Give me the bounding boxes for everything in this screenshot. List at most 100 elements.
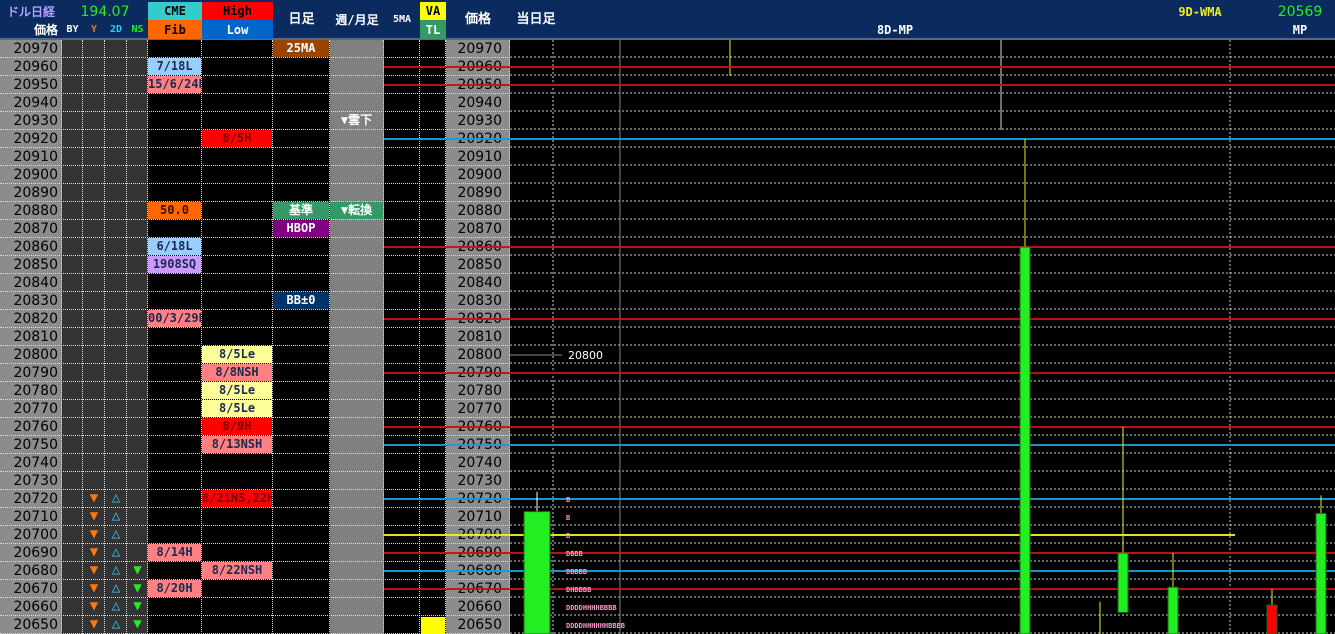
row-divider — [0, 309, 510, 310]
candle-up — [1315, 512, 1327, 634]
candle-up — [523, 511, 551, 634]
level-tag-cme: 8/14H — [148, 544, 201, 561]
price-cell: 20670 — [13, 581, 58, 597]
triangle-down-icon: ▼ — [89, 526, 99, 542]
tpo-letters: DBBBB — [566, 568, 587, 576]
tpo-letters: B — [566, 532, 570, 540]
price-cell: 20970 — [13, 41, 58, 57]
price-cell-right: 20710 — [457, 509, 502, 525]
price-cell-right: 20890 — [457, 185, 502, 201]
today-bar-header: 当日足 — [516, 12, 556, 27]
price-cell-right: 20900 — [457, 167, 502, 183]
level-tag-high: 8/5H — [202, 130, 272, 147]
row-divider — [0, 327, 510, 328]
price-cell-right: 20700 — [457, 527, 502, 543]
price-cell: 20750 — [13, 437, 58, 453]
row-divider — [0, 471, 510, 472]
triangle-up-icon: △ — [111, 544, 121, 560]
row-divider — [0, 291, 510, 292]
price-cell-right: 20730 — [457, 473, 502, 489]
price-cell: 20660 — [13, 599, 58, 615]
price-cell: 20650 — [13, 617, 58, 633]
level-tag-weekly: ▼雲下 — [330, 112, 383, 129]
cme-header: CME — [148, 2, 202, 20]
price-cell: 20930 — [13, 113, 58, 129]
price-cell-right: 20780 — [457, 383, 502, 399]
tpo-letters: DBBB — [566, 550, 583, 558]
2d-header: 2D — [109, 24, 123, 35]
triangle-up-icon: △ — [111, 616, 121, 632]
row-divider — [0, 183, 510, 184]
triangle-down-icon: ▼ — [133, 616, 142, 632]
row-divider — [0, 597, 510, 598]
price-cell-right: 20820 — [457, 311, 502, 327]
price-cell-right: 20840 — [457, 275, 502, 291]
price-cell: 20920 — [13, 131, 58, 147]
level-tag-cme: 50.0 — [148, 202, 201, 219]
level-tag-daily: 25MA — [273, 40, 329, 57]
price-cell-right: 20930 — [457, 113, 502, 129]
row-divider — [0, 165, 510, 166]
price-cell-right: 20720 — [457, 491, 502, 507]
price-cell-right: 20740 — [457, 455, 502, 471]
price-cell: 20770 — [13, 401, 58, 417]
price-cell-right: 20660 — [457, 599, 502, 615]
va-marker — [421, 617, 445, 634]
row-divider — [0, 507, 510, 508]
price-cell: 20900 — [13, 167, 58, 183]
price-cell-right: 20810 — [457, 329, 502, 345]
5ma-header: 5MA — [392, 14, 412, 25]
8d-mp-header: 8D-MP — [876, 23, 914, 37]
triangle-down-icon: ▼ — [89, 580, 99, 596]
tpo-letters: DHBBBB — [566, 586, 591, 594]
triangle-up-icon: △ — [111, 526, 121, 542]
price-cell-right: 20920 — [457, 131, 502, 147]
price-cell: 20830 — [13, 293, 58, 309]
level-tag-cme: 6/18L — [148, 238, 201, 255]
triangle-down-icon: ▼ — [89, 508, 99, 524]
price-cell: 20680 — [13, 563, 58, 579]
row-divider — [0, 111, 510, 112]
candle-up — [1117, 552, 1129, 613]
price-header-2: 価格 — [464, 12, 491, 27]
price-cell-right: 20680 — [457, 563, 502, 579]
triangle-down-icon: ▼ — [133, 598, 142, 614]
row-divider — [0, 543, 510, 544]
row-divider — [0, 453, 510, 454]
tpo-letters: DDDDHHHHHHBBBB — [566, 622, 625, 630]
header-bar: ドル日経 価格 194.07 BY Y 2D NS CME Fib High L… — [0, 0, 1335, 40]
price-cell: 20850 — [13, 257, 58, 273]
price-cell: 20790 — [13, 365, 58, 381]
price-cell: 20700 — [13, 527, 58, 543]
tl-header: TL — [420, 20, 446, 39]
price-cell: 20870 — [13, 221, 58, 237]
price-cell: 20820 — [13, 311, 58, 327]
level-tag-high: 8/5Le — [202, 382, 272, 399]
price-cell: 20810 — [13, 329, 58, 345]
va-header: VA — [420, 2, 446, 20]
price-cell-right: 20790 — [457, 365, 502, 381]
low-header: Low — [202, 20, 273, 39]
tpo-letters: B — [566, 514, 570, 522]
level-tag-high: 8/21NS,22H — [202, 490, 272, 507]
ns-header: NS — [131, 24, 144, 35]
triangle-up-icon: △ — [111, 598, 121, 614]
row-divider — [0, 525, 510, 526]
price-cell: 20940 — [13, 95, 58, 111]
row-divider — [0, 147, 510, 148]
candle-up — [1019, 246, 1031, 634]
candle-up — [1167, 586, 1179, 634]
price-ladder: 20970 20970 20960 20960 20950 20950 20940 20940… — [0, 40, 510, 634]
triangle-down-icon: ▼ — [89, 562, 99, 578]
price-cell-right: 20690 — [457, 545, 502, 561]
price-cell: 20740 — [13, 455, 58, 471]
level-tag-daily: 基準 — [273, 202, 329, 219]
level-tag-cme: 8/20H — [148, 580, 201, 597]
by-header: BY — [66, 24, 79, 35]
price-cell-right: 20830 — [457, 293, 502, 309]
triangle-down-icon: ▼ — [89, 598, 99, 614]
price-cell-right: 20850 — [457, 257, 502, 273]
price-cell-right: 20650 — [457, 617, 502, 633]
level-tag-cme: 7/18L — [148, 58, 201, 75]
rate-value: 194.07 — [80, 4, 130, 20]
